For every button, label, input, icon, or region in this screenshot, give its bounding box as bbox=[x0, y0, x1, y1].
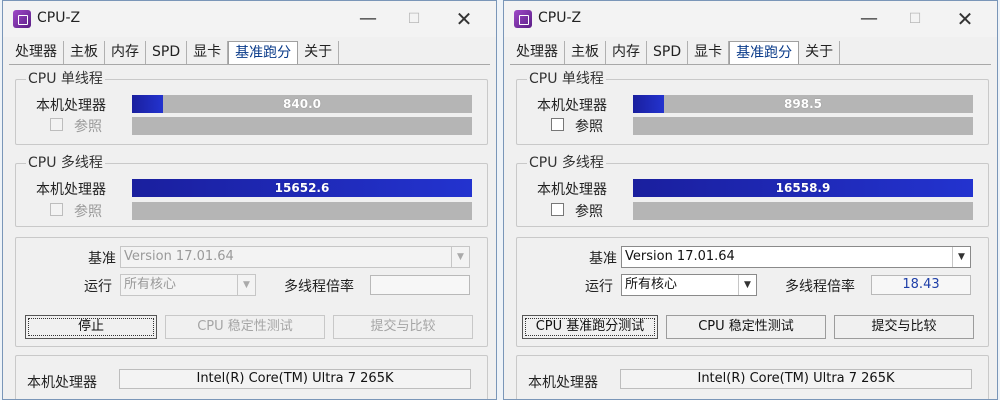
cpuz-window-left: CPU-Z — ☐ ✕ 处理器 主板 内存 SPD 显卡 基准跑分 关于 CPU… bbox=[2, 0, 497, 400]
reference-label: 参照 bbox=[575, 204, 603, 220]
chevron-down-icon: ▼ bbox=[237, 275, 255, 295]
this-cpu-label: 本机处理器 bbox=[36, 98, 106, 114]
run-value: 所有核心 bbox=[625, 277, 678, 292]
run-select[interactable]: 所有核心 ▼ bbox=[120, 274, 256, 296]
multi-thread-score: 15652.6 bbox=[274, 181, 330, 195]
tab-processor[interactable]: 处理器 bbox=[512, 41, 565, 65]
single-thread-reference-bar bbox=[633, 117, 973, 135]
multi-thread-bar: 15652.6 bbox=[132, 179, 472, 197]
run-label: 运行 bbox=[84, 279, 112, 295]
chevron-down-icon: ▼ bbox=[451, 247, 469, 267]
processor-label: 本机处理器 bbox=[27, 375, 97, 391]
single-thread-title: CPU 单线程 bbox=[527, 71, 606, 87]
benchmark-label: 基准 bbox=[88, 251, 116, 267]
tab-strip: 处理器 主板 内存 SPD 显卡 基准跑分 关于 bbox=[11, 41, 340, 65]
reference-checkbox[interactable] bbox=[50, 118, 63, 131]
this-cpu-label: 本机处理器 bbox=[537, 182, 607, 198]
tab-graphics[interactable]: 显卡 bbox=[187, 41, 229, 65]
reference-label: 参照 bbox=[74, 204, 102, 220]
close-icon[interactable]: ✕ bbox=[444, 5, 484, 33]
maximize-icon[interactable]: ☐ bbox=[394, 5, 434, 33]
stop-button[interactable]: 停止 bbox=[25, 315, 157, 339]
minimize-icon[interactable]: — bbox=[348, 5, 388, 33]
chevron-down-icon: ▼ bbox=[952, 247, 970, 267]
tab-graphics[interactable]: 显卡 bbox=[688, 41, 730, 65]
tab-spd[interactable]: SPD bbox=[647, 41, 689, 65]
ratio-label: 多线程倍率 bbox=[284, 279, 354, 295]
single-thread-group: CPU 单线程 本机处理器 898.5 参照 bbox=[516, 71, 989, 145]
tab-bench[interactable]: 基准跑分 bbox=[729, 41, 800, 65]
multi-thread-reference-bar bbox=[132, 202, 472, 220]
cpuz-app-icon bbox=[514, 10, 532, 28]
tab-strip: 处理器 主板 内存 SPD 显卡 基准跑分 关于 bbox=[512, 41, 841, 65]
ratio-value: 18.43 bbox=[871, 275, 971, 295]
multi-thread-score: 16558.9 bbox=[775, 181, 831, 195]
tab-divider bbox=[510, 64, 991, 65]
benchmark-value: Version 17.01.64 bbox=[625, 249, 735, 264]
maximize-icon[interactable]: ☐ bbox=[895, 5, 935, 33]
single-thread-score: 840.0 bbox=[283, 97, 321, 111]
reference-label: 参照 bbox=[74, 119, 102, 135]
tab-processor[interactable]: 处理器 bbox=[11, 41, 64, 65]
run-value: 所有核心 bbox=[124, 277, 177, 292]
processor-label: 本机处理器 bbox=[528, 375, 598, 391]
reference-checkbox[interactable] bbox=[50, 203, 63, 216]
processor-name: Intel(R) Core(TM) Ultra 7 265K bbox=[119, 369, 471, 389]
single-thread-bar: 840.0 bbox=[132, 95, 472, 113]
window-title: CPU-Z bbox=[37, 10, 81, 26]
tab-spd[interactable]: SPD bbox=[146, 41, 188, 65]
single-thread-title: CPU 单线程 bbox=[26, 71, 105, 87]
bench-cpu-button[interactable]: CPU 基准跑分测试 bbox=[522, 315, 658, 339]
close-icon[interactable]: ✕ bbox=[945, 5, 985, 33]
multi-thread-title: CPU 多线程 bbox=[26, 155, 105, 171]
single-thread-bar: 898.5 bbox=[633, 95, 973, 113]
reference-label: 参照 bbox=[575, 119, 603, 135]
stress-test-button[interactable]: CPU 稳定性测试 bbox=[165, 315, 325, 339]
single-thread-group: CPU 单线程 本机处理器 840.0 参照 bbox=[15, 71, 488, 145]
ratio-value bbox=[370, 275, 470, 295]
window-title: CPU-Z bbox=[538, 10, 582, 26]
benchmark-select[interactable]: Version 17.01.64 ▼ bbox=[621, 246, 971, 268]
chevron-down-icon: ▼ bbox=[738, 275, 756, 295]
tab-mainboard[interactable]: 主板 bbox=[64, 41, 105, 65]
benchmark-value: Version 17.01.64 bbox=[124, 249, 234, 264]
tab-about[interactable]: 关于 bbox=[799, 41, 841, 65]
this-cpu-label: 本机处理器 bbox=[537, 98, 607, 114]
tab-memory[interactable]: 内存 bbox=[606, 41, 647, 65]
ratio-label: 多线程倍率 bbox=[785, 279, 855, 295]
multi-thread-reference-bar bbox=[633, 202, 973, 220]
reference-checkbox[interactable] bbox=[551, 203, 564, 216]
title-bar[interactable]: CPU-Z — ☐ ✕ bbox=[3, 1, 496, 37]
run-select[interactable]: 所有核心 ▼ bbox=[621, 274, 757, 296]
cpuz-app-icon bbox=[13, 10, 31, 28]
multi-thread-title: CPU 多线程 bbox=[527, 155, 606, 171]
reference-checkbox[interactable] bbox=[551, 118, 564, 131]
tab-bench[interactable]: 基准跑分 bbox=[228, 41, 299, 65]
cpuz-window-right: CPU-Z — ☐ ✕ 处理器 主板 内存 SPD 显卡 基准跑分 关于 CPU… bbox=[503, 0, 998, 400]
multi-thread-group: CPU 多线程 本机处理器 16558.9 参照 bbox=[516, 155, 989, 227]
stress-test-button[interactable]: CPU 稳定性测试 bbox=[666, 315, 826, 339]
tab-divider bbox=[9, 64, 490, 65]
submit-compare-button[interactable]: 提交与比较 bbox=[834, 315, 974, 339]
minimize-icon[interactable]: — bbox=[849, 5, 889, 33]
single-thread-reference-bar bbox=[132, 117, 472, 135]
title-bar[interactable]: CPU-Z — ☐ ✕ bbox=[504, 1, 997, 37]
tab-memory[interactable]: 内存 bbox=[105, 41, 146, 65]
single-thread-score: 898.5 bbox=[784, 97, 822, 111]
tab-about[interactable]: 关于 bbox=[298, 41, 340, 65]
benchmark-select[interactable]: Version 17.01.64 ▼ bbox=[120, 246, 470, 268]
benchmark-label: 基准 bbox=[589, 251, 617, 267]
tab-mainboard[interactable]: 主板 bbox=[565, 41, 606, 65]
multi-thread-bar: 16558.9 bbox=[633, 179, 973, 197]
processor-name: Intel(R) Core(TM) Ultra 7 265K bbox=[620, 369, 972, 389]
run-label: 运行 bbox=[585, 279, 613, 295]
submit-compare-button[interactable]: 提交与比较 bbox=[333, 315, 473, 339]
this-cpu-label: 本机处理器 bbox=[36, 182, 106, 198]
multi-thread-group: CPU 多线程 本机处理器 15652.6 参照 bbox=[15, 155, 488, 227]
